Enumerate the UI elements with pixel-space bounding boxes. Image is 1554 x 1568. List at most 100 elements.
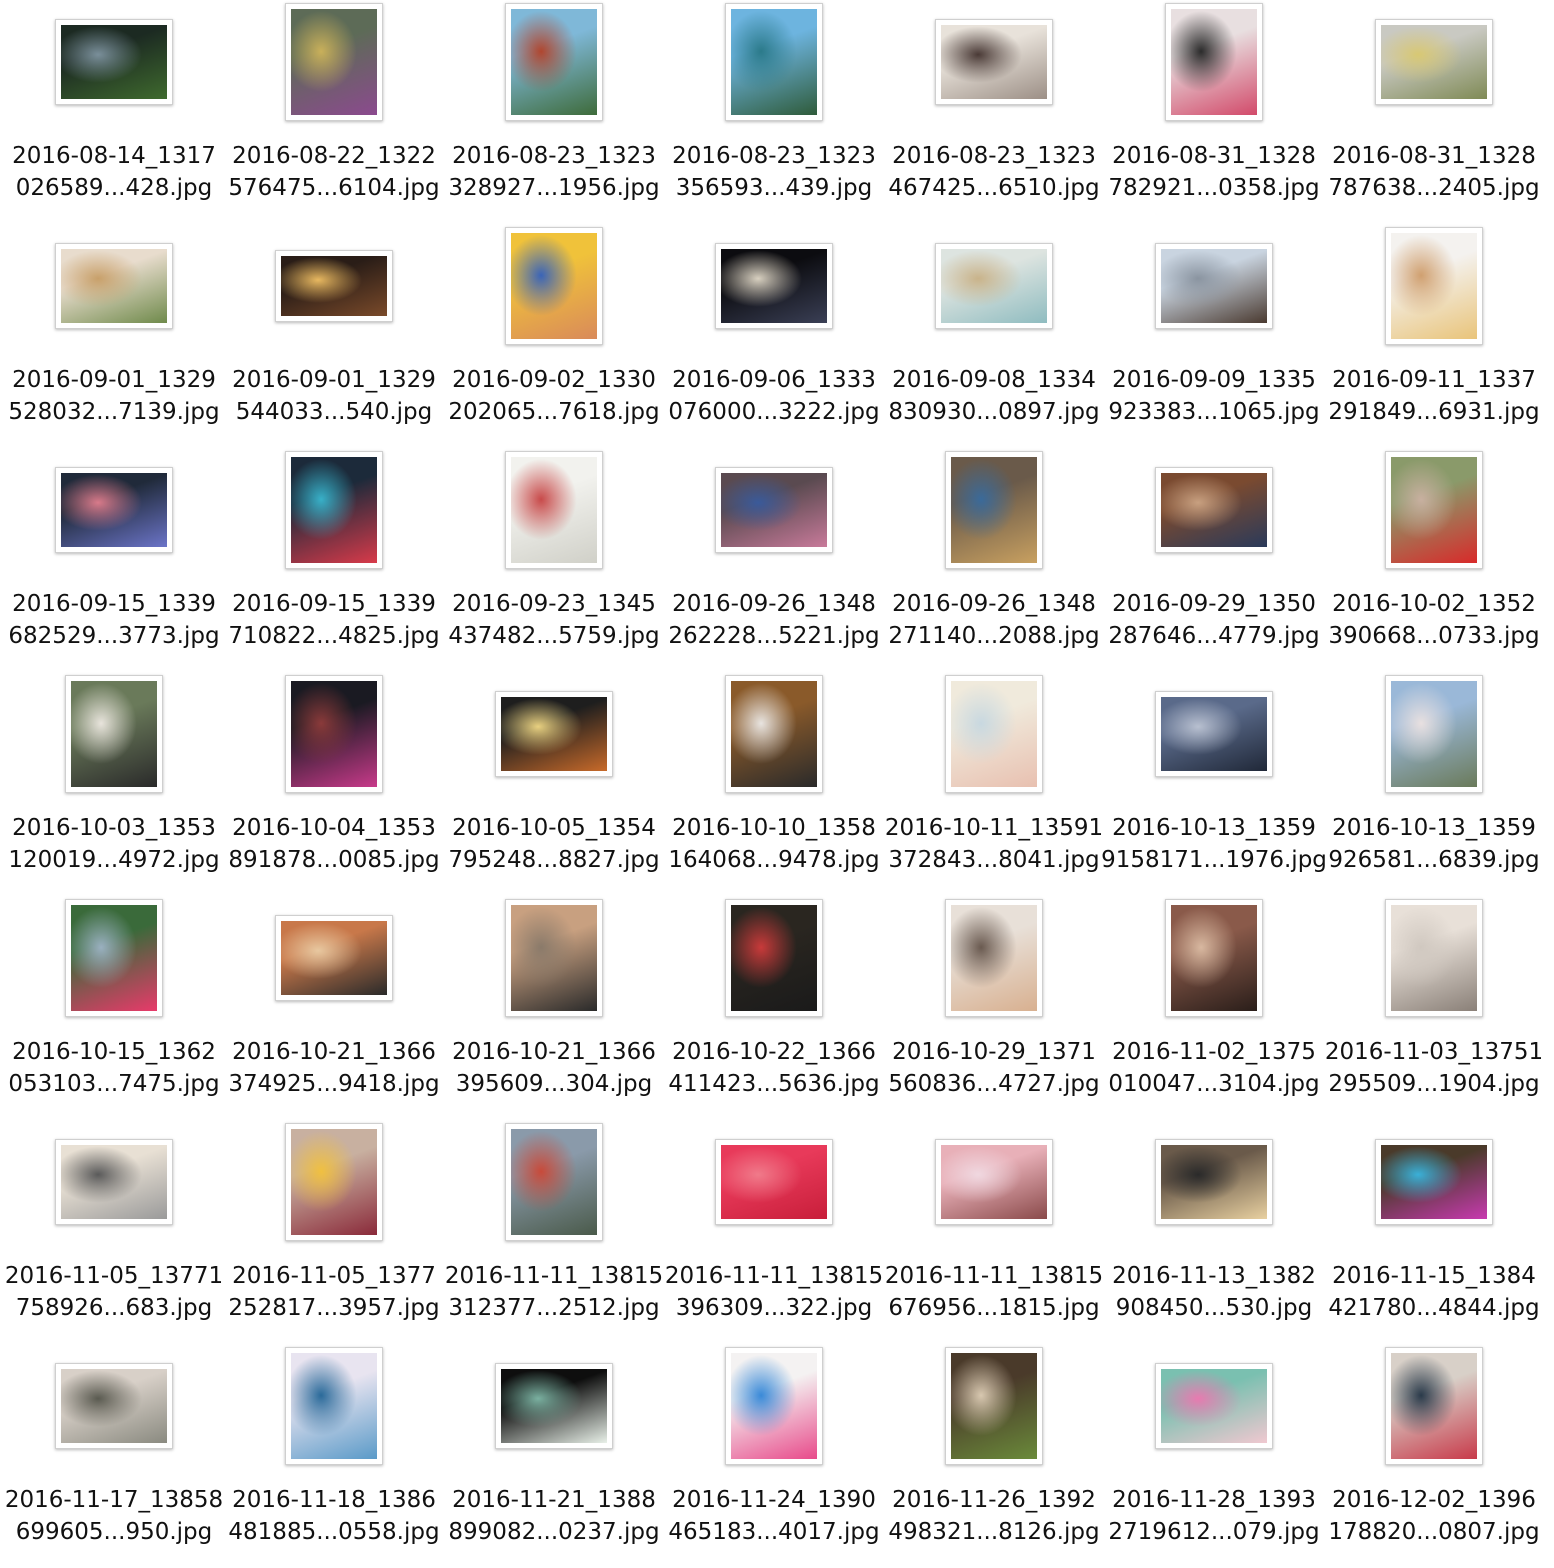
- image-thumbnail[interactable]: [1155, 243, 1273, 329]
- file-item[interactable]: 2016-12-02_1396 178820...0807.jpg: [1324, 1344, 1544, 1568]
- image-thumbnail[interactable]: [1155, 1139, 1273, 1225]
- file-item[interactable]: 2016-11-05_1377 252817...3957.jpg: [224, 1120, 444, 1344]
- file-item[interactable]: 2016-09-29_1350 287646...4779.jpg: [1104, 448, 1324, 672]
- image-thumbnail[interactable]: [945, 675, 1043, 793]
- file-item[interactable]: 2016-08-31_1328 787638...2405.jpg: [1324, 0, 1544, 224]
- image-thumbnail[interactable]: [55, 1139, 173, 1225]
- file-item[interactable]: 2016-08-23_1323 356593...439.jpg: [664, 0, 884, 224]
- image-thumbnail[interactable]: [505, 1123, 603, 1241]
- file-item[interactable]: 2016-09-15_1339 682529...3773.jpg: [4, 448, 224, 672]
- image-thumbnail[interactable]: [1385, 899, 1483, 1017]
- image-thumbnail[interactable]: [275, 250, 393, 322]
- image-thumbnail[interactable]: [1165, 3, 1263, 121]
- image-thumbnail[interactable]: [285, 675, 383, 793]
- image-thumbnail[interactable]: [55, 1363, 173, 1449]
- image-thumbnail[interactable]: [725, 3, 823, 121]
- image-thumbnail[interactable]: [725, 1347, 823, 1465]
- file-item[interactable]: 2016-11-11_13815 676956...1815.jpg: [884, 1120, 1104, 1344]
- image-thumbnail[interactable]: [505, 227, 603, 345]
- image-thumbnail[interactable]: [505, 451, 603, 569]
- file-item[interactable]: 2016-11-11_13815 396309...322.jpg: [664, 1120, 884, 1344]
- file-item[interactable]: 2016-09-09_1335 923383...1065.jpg: [1104, 224, 1324, 448]
- image-thumbnail[interactable]: [1385, 451, 1483, 569]
- image-thumbnail[interactable]: [935, 1139, 1053, 1225]
- file-item[interactable]: 2016-11-03_13751 295509...1904.jpg: [1324, 896, 1544, 1120]
- file-item[interactable]: 2016-10-11_13591 372843...8041.jpg: [884, 672, 1104, 896]
- file-item[interactable]: 2016-10-04_1353 891878...0085.jpg: [224, 672, 444, 896]
- image-thumbnail[interactable]: [285, 1347, 383, 1465]
- file-item[interactable]: 2016-08-23_1323 328927...1956.jpg: [444, 0, 664, 224]
- photo-preview: [1391, 905, 1477, 1011]
- image-thumbnail[interactable]: [505, 899, 603, 1017]
- image-thumbnail[interactable]: [715, 467, 833, 553]
- image-thumbnail[interactable]: [715, 243, 833, 329]
- image-thumbnail[interactable]: [945, 451, 1043, 569]
- image-thumbnail[interactable]: [55, 19, 173, 105]
- file-item[interactable]: 2016-09-26_1348 271140...2088.jpg: [884, 448, 1104, 672]
- file-item[interactable]: 2016-10-13_1359 9158171...1976.jpg: [1101, 672, 1327, 896]
- file-item[interactable]: 2016-09-08_1334 830930...0897.jpg: [884, 224, 1104, 448]
- image-thumbnail[interactable]: [495, 1363, 613, 1449]
- file-item[interactable]: 2016-10-03_1353 120019...4972.jpg: [4, 672, 224, 896]
- file-item[interactable]: 2016-09-11_1337 291849...6931.jpg: [1324, 224, 1544, 448]
- image-thumbnail[interactable]: [935, 243, 1053, 329]
- image-thumbnail[interactable]: [495, 691, 613, 777]
- image-thumbnail[interactable]: [1375, 19, 1493, 105]
- image-thumbnail[interactable]: [725, 899, 823, 1017]
- image-thumbnail[interactable]: [1165, 899, 1263, 1017]
- file-item[interactable]: 2016-11-05_13771 758926...683.jpg: [4, 1120, 224, 1344]
- image-thumbnail[interactable]: [1155, 1363, 1273, 1449]
- file-item[interactable]: 2016-11-24_1390 465183...4017.jpg: [664, 1344, 884, 1568]
- image-thumbnail[interactable]: [285, 1123, 383, 1241]
- file-item[interactable]: 2016-09-26_1348 262228...5221.jpg: [664, 448, 884, 672]
- image-thumbnail[interactable]: [275, 915, 393, 1001]
- image-thumbnail[interactable]: [65, 675, 163, 793]
- image-thumbnail[interactable]: [1385, 1347, 1483, 1465]
- image-thumbnail[interactable]: [65, 899, 163, 1017]
- file-item[interactable]: 2016-11-26_1392 498321...8126.jpg: [884, 1344, 1104, 1568]
- file-item[interactable]: 2016-10-21_1366 395609...304.jpg: [444, 896, 664, 1120]
- file-item[interactable]: 2016-10-05_1354 795248...8827.jpg: [444, 672, 664, 896]
- image-thumbnail[interactable]: [945, 1347, 1043, 1465]
- file-item[interactable]: 2016-09-15_1339 710822...4825.jpg: [224, 448, 444, 672]
- image-thumbnail[interactable]: [55, 243, 173, 329]
- image-thumbnail[interactable]: [1155, 467, 1273, 553]
- image-thumbnail[interactable]: [285, 451, 383, 569]
- file-item[interactable]: 2016-10-15_1362 053103...7475.jpg: [4, 896, 224, 1120]
- file-item[interactable]: 2016-09-06_1333 076000...3222.jpg: [664, 224, 884, 448]
- file-item[interactable]: 2016-08-22_1322 576475...6104.jpg: [224, 0, 444, 224]
- file-item[interactable]: 2016-10-21_1366 374925...9418.jpg: [224, 896, 444, 1120]
- file-item[interactable]: 2016-08-23_1323 467425...6510.jpg: [884, 0, 1104, 224]
- file-item[interactable]: 2016-11-18_1386 481885...0558.jpg: [224, 1344, 444, 1568]
- file-item[interactable]: 2016-11-15_1384 421780...4844.jpg: [1324, 1120, 1544, 1344]
- image-thumbnail[interactable]: [725, 675, 823, 793]
- file-item[interactable]: 2016-11-21_1388 899082...0237.jpg: [444, 1344, 664, 1568]
- image-thumbnail[interactable]: [1385, 675, 1483, 793]
- file-item[interactable]: 2016-10-13_1359 926581...6839.jpg: [1324, 672, 1544, 896]
- file-item[interactable]: 2016-11-11_13815 312377...2512.jpg: [444, 1120, 664, 1344]
- file-item[interactable]: 2016-10-10_1358 164068...9478.jpg: [664, 672, 884, 896]
- file-item[interactable]: 2016-09-01_1329 544033...540.jpg: [224, 224, 444, 448]
- file-item[interactable]: 2016-10-22_1366 411423...5636.jpg: [664, 896, 884, 1120]
- image-thumbnail[interactable]: [1155, 691, 1273, 777]
- image-thumbnail[interactable]: [55, 467, 173, 553]
- image-thumbnail[interactable]: [715, 1139, 833, 1225]
- image-thumbnail[interactable]: [1375, 1139, 1493, 1225]
- file-item[interactable]: 2016-10-29_1371 560836...4727.jpg: [884, 896, 1104, 1120]
- file-item[interactable]: 2016-09-02_1330 202065...7618.jpg: [444, 224, 664, 448]
- file-item[interactable]: 2016-08-31_1328 782921...0358.jpg: [1104, 0, 1324, 224]
- file-item[interactable]: 2016-09-23_1345 437482...5759.jpg: [444, 448, 664, 672]
- image-thumbnail[interactable]: [285, 3, 383, 121]
- file-name-line-2: 178820...0807.jpg: [1328, 1519, 1540, 1545]
- image-thumbnail[interactable]: [935, 19, 1053, 105]
- image-thumbnail[interactable]: [1385, 227, 1483, 345]
- file-item[interactable]: 2016-11-28_1393 2719612...079.jpg: [1104, 1344, 1324, 1568]
- file-item[interactable]: 2016-11-02_1375 010047...3104.jpg: [1104, 896, 1324, 1120]
- file-item[interactable]: 2016-10-02_1352 390668...0733.jpg: [1324, 448, 1544, 672]
- image-thumbnail[interactable]: [945, 899, 1043, 1017]
- file-item[interactable]: 2016-11-13_1382 908450...530.jpg: [1104, 1120, 1324, 1344]
- image-thumbnail[interactable]: [505, 3, 603, 121]
- file-item[interactable]: 2016-11-17_13858 699605...950.jpg: [4, 1344, 224, 1568]
- file-item[interactable]: 2016-08-14_1317 026589...428.jpg: [4, 0, 224, 224]
- file-item[interactable]: 2016-09-01_1329 528032...7139.jpg: [4, 224, 224, 448]
